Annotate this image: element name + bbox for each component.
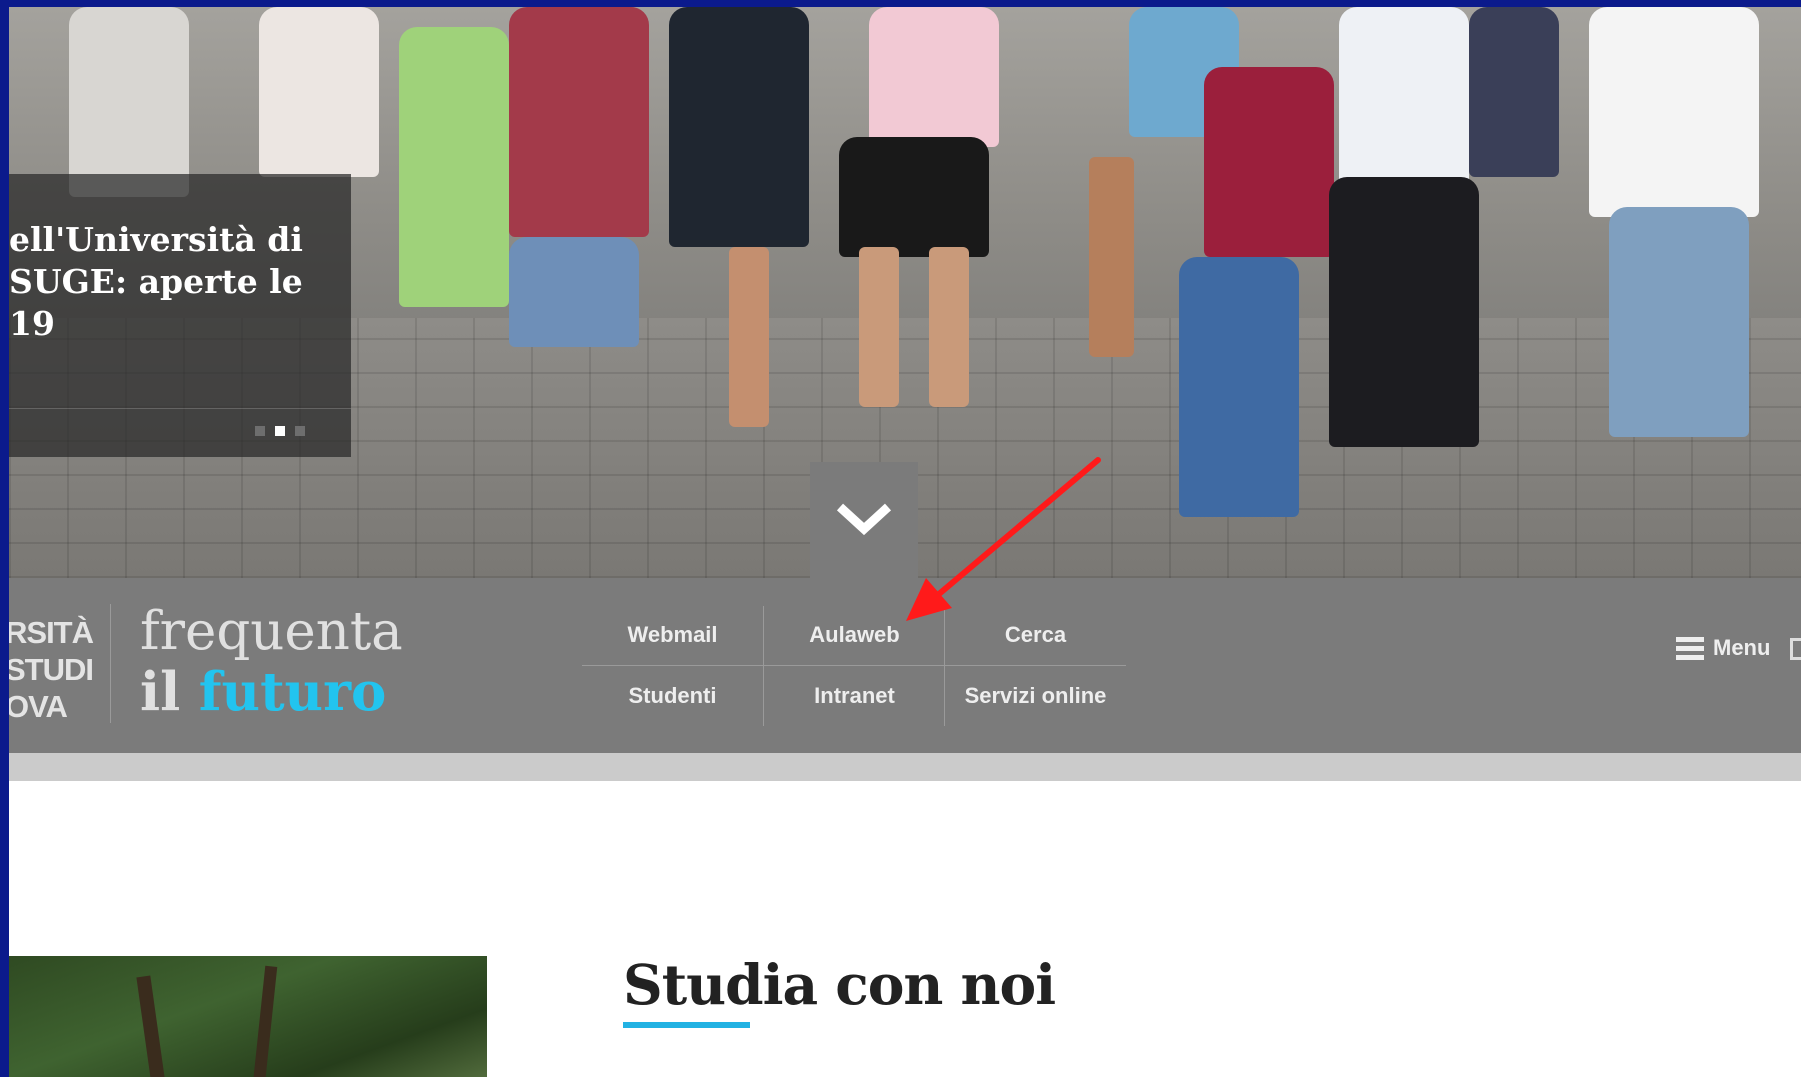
screenshot-frame: ell'Università di SUGE: aperte le 19 RSITÀ… [9,7,1801,1077]
annotation-arrow [906,457,1101,621]
